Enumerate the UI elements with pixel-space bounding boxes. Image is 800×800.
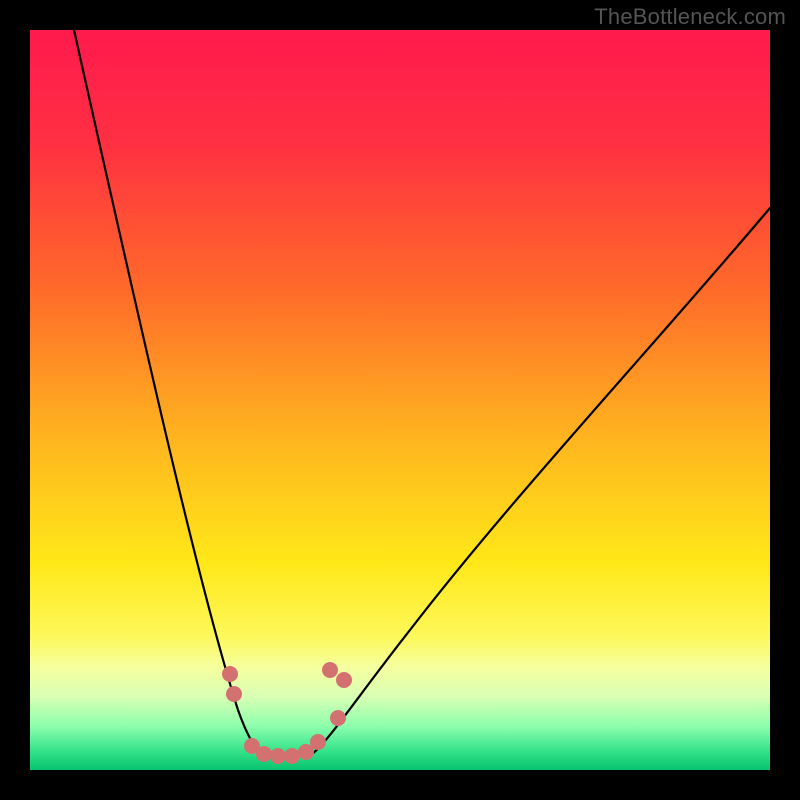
data-marker (256, 746, 272, 762)
data-marker (284, 748, 300, 764)
series-left-curve (74, 30, 278, 756)
series-right-curve (298, 208, 770, 756)
data-marker (310, 734, 326, 750)
curves-layer (30, 30, 770, 770)
plot-area (30, 30, 770, 770)
data-marker (336, 672, 352, 688)
data-marker (270, 748, 286, 764)
data-marker (222, 666, 238, 682)
chart-frame: TheBottleneck.com (0, 0, 800, 800)
data-marker (226, 686, 242, 702)
watermark-text: TheBottleneck.com (594, 4, 786, 30)
data-marker (322, 662, 338, 678)
data-marker (330, 710, 346, 726)
